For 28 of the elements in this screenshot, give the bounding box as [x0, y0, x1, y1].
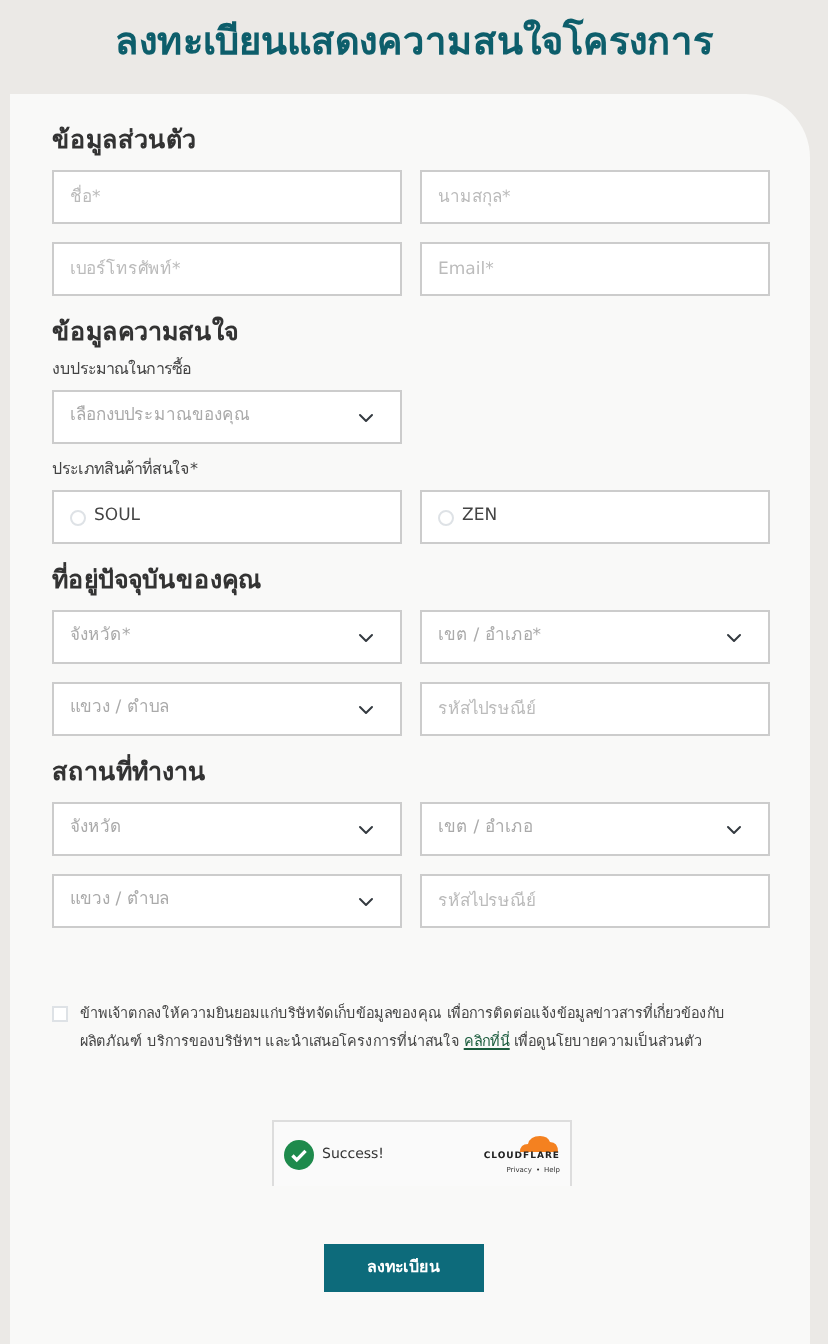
radio-option[interactable]: ZEN: [420, 490, 770, 544]
register-button[interactable]: ลงทะเบียน: [323, 1244, 483, 1292]
dropdown-select[interactable]: จังหวัด*: [52, 610, 402, 664]
field-label: งบประมาณในการซื้อ: [52, 358, 194, 382]
input-field[interactable]: Email*: [420, 242, 770, 296]
success-check-icon: [284, 1139, 314, 1169]
radio-option[interactable]: SOUL: [52, 490, 402, 544]
input-field[interactable]: นามสกุล*: [420, 170, 770, 224]
input-field[interactable]: รหัสไปรษณีย์: [420, 682, 770, 736]
field-label: ประเภทสินค้าที่สนใจ*: [52, 458, 200, 482]
consent-checkbox[interactable]: [52, 1006, 68, 1022]
dropdown-select[interactable]: จังหวัด: [52, 802, 402, 856]
cloud-logo-icon: [516, 1132, 560, 1152]
radio-button[interactable]: [438, 509, 454, 525]
section-heading: ข้อมูลส่วนตัว: [52, 122, 198, 158]
dropdown-select[interactable]: เขต / อำเภอ: [420, 802, 770, 856]
dropdown-select[interactable]: เลือกงบประมาณของคุณ: [52, 390, 402, 444]
dropdown-select[interactable]: แขวง / ตำบล: [52, 682, 402, 736]
dropdown-select[interactable]: แขวง / ตำบล: [52, 874, 402, 928]
section-heading: ที่อยู่ปัจจุบันของคุณ: [52, 562, 264, 598]
section-heading: ข้อมูลความสนใจ: [52, 314, 240, 350]
input-field[interactable]: เบอร์โทรศัพท์*: [52, 242, 402, 296]
dropdown-select[interactable]: เขต / อำเภอ*: [420, 610, 770, 664]
input-field[interactable]: ชื่อ*: [52, 170, 402, 224]
page-title: ลงทะเบียนแสดงความสนใจโครงการ: [113, 16, 716, 68]
section-heading: สถานที่ทำงาน: [52, 754, 208, 790]
input-field[interactable]: รหัสไปรษณีย์: [420, 874, 770, 928]
radio-button[interactable]: [70, 509, 86, 525]
